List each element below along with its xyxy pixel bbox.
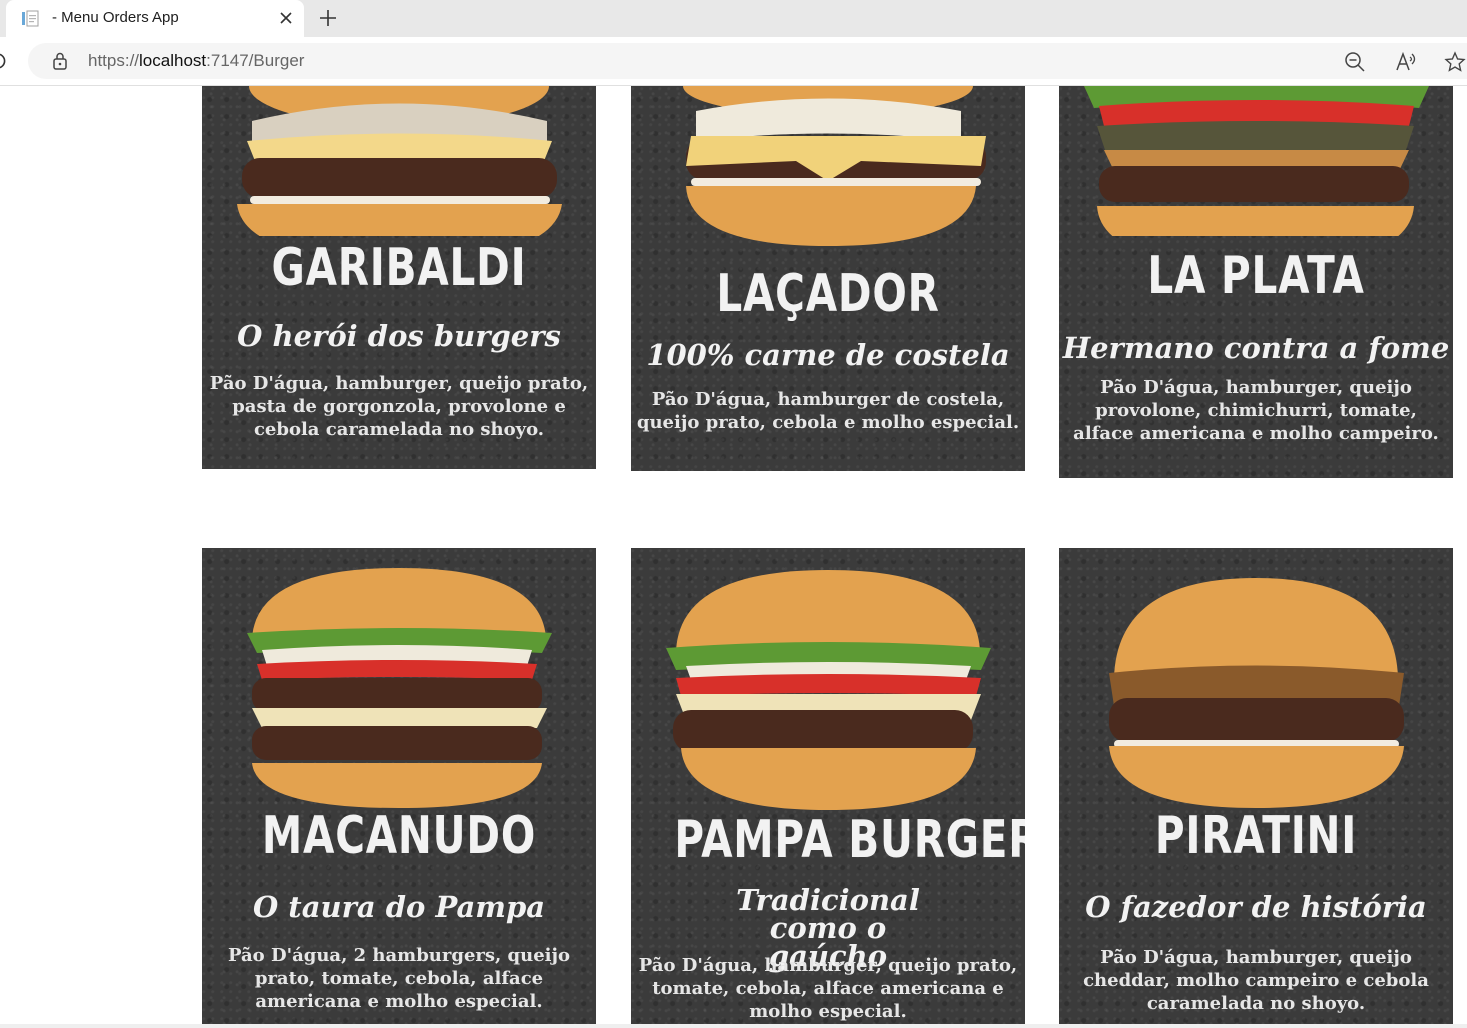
burger-slogan: O herói dos burgers — [237, 319, 561, 353]
burger-card[interactable]: LAÇADOR 100% carne de costela Pão D'água… — [631, 86, 1025, 471]
burger-image — [1109, 578, 1404, 808]
url-path: :7147/Burger — [206, 51, 305, 70]
burger-description: Pão D'água, hamburger de costela, queijo… — [636, 389, 1020, 433]
burger-name: LA PLATA — [1147, 246, 1365, 306]
burger-card[interactable]: GARIBALDI O herói dos burgers Pão D'água… — [202, 86, 596, 469]
burger-description: Pão D'água, hamburger, queijo prato, pas… — [209, 373, 589, 440]
browser-tab-bar: - Menu Orders App — [0, 0, 1467, 37]
burger-slogan: O taura do Pampa — [252, 890, 546, 924]
burger-image — [247, 568, 552, 808]
url-host: localhost — [139, 51, 207, 70]
lock-icon[interactable] — [52, 52, 68, 70]
horizontal-scrollbar-track[interactable] — [0, 1024, 1467, 1028]
url-scheme: https:// — [88, 51, 140, 70]
burger-image — [666, 570, 991, 810]
burger-name: GARIBALDI — [271, 238, 527, 298]
burger-image — [237, 86, 562, 236]
tab-title: - Menu Orders App — [52, 9, 179, 26]
browser-tab[interactable]: - Menu Orders App — [6, 0, 304, 37]
burger-description: Pão D'água, hamburger, queijo prato, tom… — [638, 955, 1018, 1022]
favorite-star-icon[interactable] — [1444, 51, 1466, 73]
burger-description: Pão D'água, hamburger, queijo provolone,… — [1073, 377, 1439, 444]
burger-slogan: Hermano contra a fome — [1062, 331, 1450, 365]
burger-image — [1084, 86, 1429, 236]
zoom-out-icon[interactable] — [1344, 51, 1366, 73]
burger-name: MACANUDO — [261, 806, 537, 866]
url-text[interactable]: https://localhost:7147/Burger — [88, 51, 304, 71]
close-tab-icon[interactable] — [276, 8, 296, 28]
burger-menu-page: GARIBALDI O herói dos burgers Pão D'água… — [0, 86, 1467, 1024]
burger-description: Pão D'água, 2 hamburgers, queijo prato, … — [227, 945, 571, 1012]
browser-toolbar: https://localhost:7147/Burger — [0, 37, 1467, 86]
burger-image — [683, 86, 986, 246]
burger-name: PAMPA BURGER — [674, 810, 1025, 870]
read-aloud-icon[interactable] — [1395, 51, 1417, 73]
burger-card[interactable]: MACANUDO O taura do Pampa Pão D'água, 2 … — [202, 548, 596, 1024]
burger-slogan: 100% carne de costela — [646, 338, 1010, 372]
burger-slogan: O fazedor de história — [1085, 890, 1427, 924]
refresh-icon[interactable] — [0, 51, 6, 71]
address-bar[interactable]: https://localhost:7147/Burger — [28, 43, 1467, 79]
burger-name: PIRATINI — [1154, 806, 1358, 866]
burger-card[interactable]: LA PLATA Hermano contra a fome Pão D'águ… — [1059, 86, 1453, 478]
burger-name: LAÇADOR — [716, 264, 940, 324]
page-icon — [22, 10, 39, 27]
new-tab-icon[interactable] — [316, 6, 340, 30]
burger-card[interactable]: PIRATINI O fazedor de história Pão D'águ… — [1059, 548, 1453, 1024]
burger-card[interactable]: PAMPA BURGER Tradicional como o gaúcho P… — [631, 548, 1025, 1024]
burger-description: Pão D'água, hamburger, queijo cheddar, m… — [1083, 947, 1429, 1014]
